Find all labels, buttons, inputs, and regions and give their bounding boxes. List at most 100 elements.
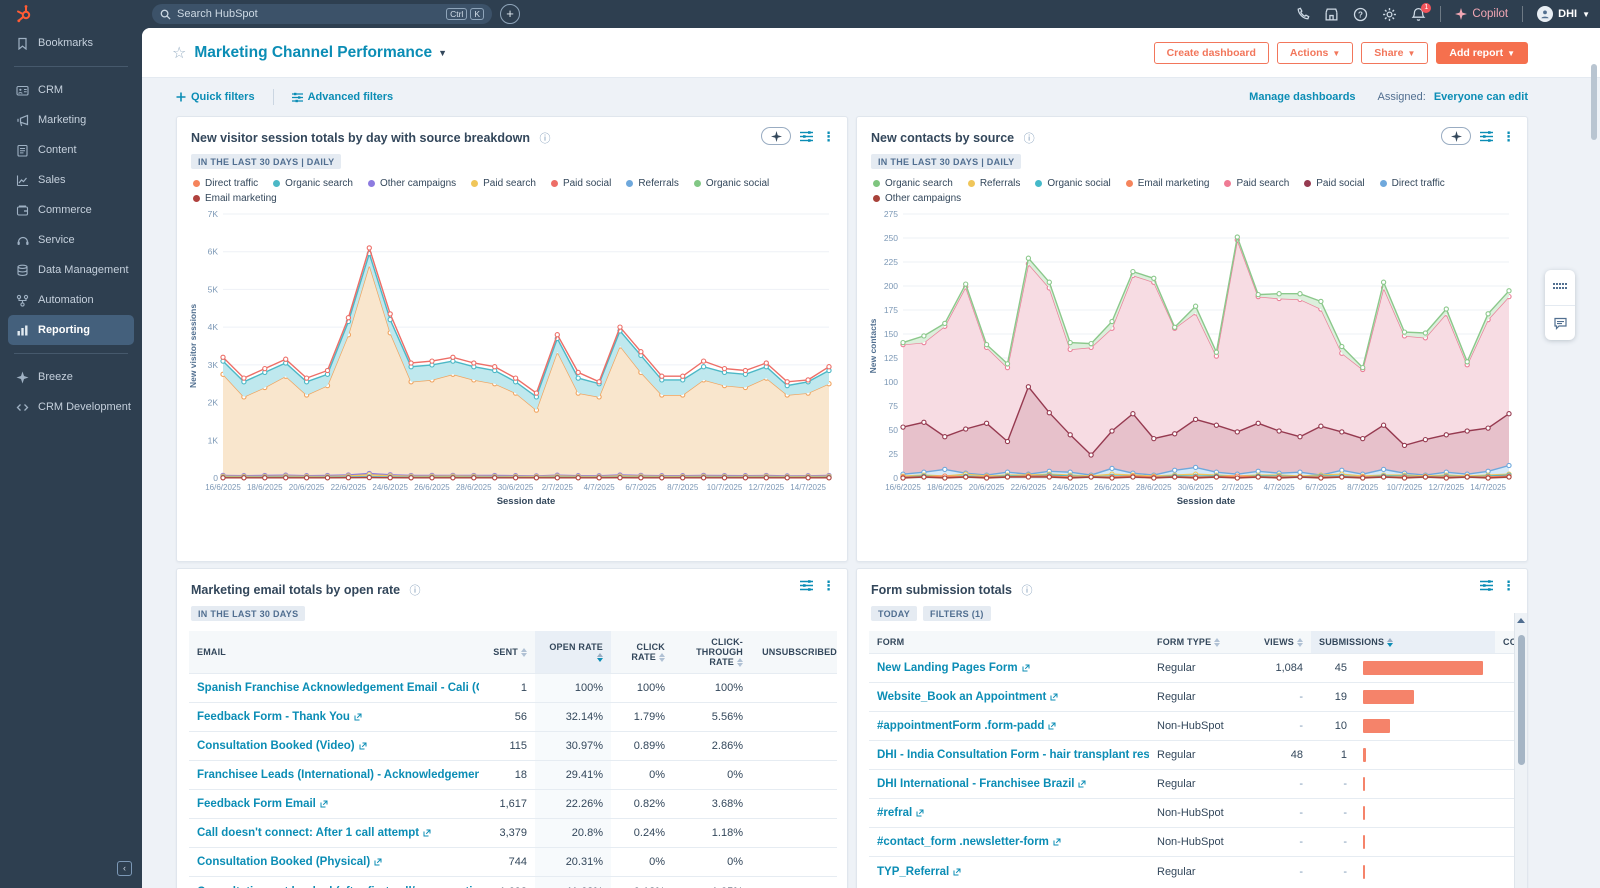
- sidebar-item-automation[interactable]: Automation: [0, 285, 142, 315]
- form-link[interactable]: #contact_form .newsletter-form: [877, 836, 1049, 848]
- legend-item[interactable]: Other campaigns: [367, 178, 456, 189]
- email-link[interactable]: Franchisee Leads (International) - Ackno…: [197, 769, 479, 781]
- email-link[interactable]: Consultation Booked (Physical): [197, 856, 370, 868]
- dashboard-switcher-caret-icon[interactable]: ▼: [438, 48, 447, 58]
- sort-icon[interactable]: [597, 652, 603, 663]
- sort-icon[interactable]: [521, 647, 527, 658]
- form-link[interactable]: DHI - India Consultation Form - hair tra…: [877, 749, 1149, 761]
- email-link[interactable]: Feedback Form Email: [197, 798, 316, 810]
- sidebar-item-bookmarks[interactable]: Bookmarks: [0, 28, 142, 58]
- assigned-value-link[interactable]: Everyone can edit: [1434, 91, 1528, 103]
- form-link[interactable]: TYP_Referral: [877, 866, 949, 878]
- actions-button[interactable]: Actions ▼: [1276, 41, 1354, 64]
- visitor-sessions-area-chart[interactable]: 0 1K 2K 3K 4K 5K 6K 7K 16/6/2025 18/6/2025 20/6/20…: [187, 206, 837, 527]
- table-scrollbar[interactable]: [1514, 613, 1527, 888]
- column-header-form[interactable]: FORM: [869, 631, 1149, 654]
- email-link[interactable]: Spanish Franchise Acknowledgement Email …: [197, 682, 479, 694]
- sidebar-item-breeze[interactable]: Breeze: [0, 362, 142, 392]
- user-account-menu[interactable]: DHI ▼: [1537, 6, 1590, 22]
- email-link[interactable]: Call doesn't connect: After 1 call attem…: [197, 827, 419, 839]
- scrollbar-thumb[interactable]: [1517, 635, 1525, 765]
- info-icon[interactable]: ⓘ: [539, 133, 550, 145]
- sort-icon[interactable]: [659, 652, 665, 663]
- report-options-menu-icon[interactable]: ⋮: [822, 130, 835, 143]
- advanced-filters-button[interactable]: Advanced filters: [291, 91, 393, 103]
- report-filter-icon[interactable]: [1480, 579, 1493, 592]
- column-header-form-type[interactable]: FORM TYPE: [1149, 631, 1249, 654]
- legend-item[interactable]: Referrals: [626, 178, 679, 189]
- sidebar-item-content[interactable]: Content: [0, 135, 142, 165]
- sidebar-item-sales[interactable]: Sales: [0, 165, 142, 195]
- legend-item[interactable]: Organic social: [693, 178, 769, 189]
- scroll-up-arrow-icon[interactable]: [1517, 618, 1525, 623]
- form-link[interactable]: DHI International - Franchisee Brazil: [877, 778, 1074, 790]
- legend-item[interactable]: Paid search: [1224, 178, 1289, 189]
- sort-icon[interactable]: [1387, 637, 1394, 648]
- column-header-unsubscribed[interactable]: UNSUBSCRIBED: [751, 631, 837, 674]
- search-input[interactable]: Search HubSpot Ctrl K: [152, 4, 492, 24]
- sort-icon[interactable]: [1297, 637, 1303, 648]
- add-report-button[interactable]: Add report ▼: [1436, 41, 1528, 64]
- sidebar-collapse-button[interactable]: ‹: [117, 861, 132, 876]
- email-link[interactable]: Feedback Form - Thank You: [197, 711, 350, 723]
- form-link[interactable]: Website_Book an Appointment: [877, 691, 1046, 703]
- report-filter-icon[interactable]: [1480, 130, 1493, 143]
- legend-item[interactable]: Other campaigns: [873, 193, 961, 204]
- hubspot-logo-icon[interactable]: [14, 4, 34, 24]
- copilot-insights-button[interactable]: [1441, 127, 1471, 145]
- legend-item[interactable]: Organic social: [1035, 178, 1111, 189]
- quick-filters-button[interactable]: Quick filters: [176, 91, 255, 103]
- form-link[interactable]: #appointmentForm .form-padd: [877, 720, 1044, 732]
- legend-item[interactable]: Paid social: [1304, 178, 1365, 189]
- legend-item[interactable]: Paid search: [471, 178, 536, 189]
- column-header-email[interactable]: EMAIL: [189, 631, 479, 674]
- marketplace-icon[interactable]: [1324, 7, 1339, 22]
- comments-panel-tab[interactable]: [1545, 305, 1575, 340]
- column-header-submissions[interactable]: SUBMISSIONS: [1311, 631, 1495, 654]
- data-grid-panel-tab[interactable]: [1545, 270, 1575, 305]
- legend-item[interactable]: Direct traffic: [193, 178, 258, 189]
- form-link[interactable]: #refral: [877, 807, 912, 819]
- report-filter-icon[interactable]: [800, 130, 813, 143]
- notifications-bell-icon[interactable]: 1: [1411, 2, 1432, 22]
- form-link[interactable]: New Landing Pages Form: [877, 662, 1018, 674]
- legend-item[interactable]: Referrals: [967, 178, 1020, 189]
- quick-create-button[interactable]: +: [500, 4, 520, 24]
- report-options-menu-icon[interactable]: ⋮: [1502, 579, 1515, 592]
- new-contacts-area-chart[interactable]: 0 25 50 75 100 125 150 175 200 225 250 275 16/6/2025…: [867, 206, 1517, 527]
- manage-dashboards-link[interactable]: Manage dashboards: [1249, 91, 1355, 103]
- copilot-button[interactable]: Copilot: [1455, 8, 1508, 20]
- column-header-click-through-rate[interactable]: CLICK-THROUGH RATE: [673, 631, 751, 674]
- sidebar-item-data-management[interactable]: Data Management: [0, 255, 142, 285]
- help-icon[interactable]: ?: [1353, 7, 1368, 22]
- column-header-sent[interactable]: SENT: [479, 631, 535, 674]
- calling-icon[interactable]: [1295, 6, 1310, 22]
- legend-item[interactable]: Paid social: [550, 178, 611, 189]
- legend-item[interactable]: Organic search: [273, 178, 353, 189]
- info-icon[interactable]: ⓘ: [1024, 133, 1035, 145]
- sort-icon[interactable]: [737, 657, 743, 668]
- sidebar-item-service[interactable]: Service: [0, 225, 142, 255]
- sort-icon[interactable]: [1214, 637, 1221, 648]
- report-options-menu-icon[interactable]: ⋮: [1502, 130, 1515, 143]
- page-scrollbar[interactable]: [1591, 64, 1597, 140]
- copilot-insights-button[interactable]: [761, 127, 791, 145]
- sidebar-item-reporting[interactable]: Reporting: [8, 315, 134, 345]
- create-dashboard-button[interactable]: Create dashboard: [1153, 41, 1269, 64]
- report-options-menu-icon[interactable]: ⋮: [822, 579, 835, 592]
- column-header-click-rate[interactable]: CLICK RATE: [611, 631, 673, 674]
- email-link[interactable]: Consultation Booked (Video): [197, 740, 355, 752]
- legend-item[interactable]: Organic search: [873, 178, 953, 189]
- sidebar-item-crm[interactable]: CRM: [0, 75, 142, 105]
- report-filter-icon[interactable]: [800, 579, 813, 592]
- favorite-star-icon[interactable]: ☆: [172, 43, 186, 63]
- legend-item[interactable]: Email marketing: [1125, 178, 1209, 189]
- info-icon[interactable]: ⓘ: [410, 585, 421, 597]
- column-header-views[interactable]: VIEWS: [1249, 631, 1311, 654]
- legend-item[interactable]: Direct traffic: [1379, 178, 1445, 189]
- settings-gear-icon[interactable]: [1382, 7, 1397, 22]
- info-icon[interactable]: ⓘ: [1021, 585, 1032, 597]
- column-header-open-rate[interactable]: OPEN RATE: [535, 631, 611, 674]
- sidebar-item-commerce[interactable]: Commerce: [0, 195, 142, 225]
- sidebar-item-marketing[interactable]: Marketing: [0, 105, 142, 135]
